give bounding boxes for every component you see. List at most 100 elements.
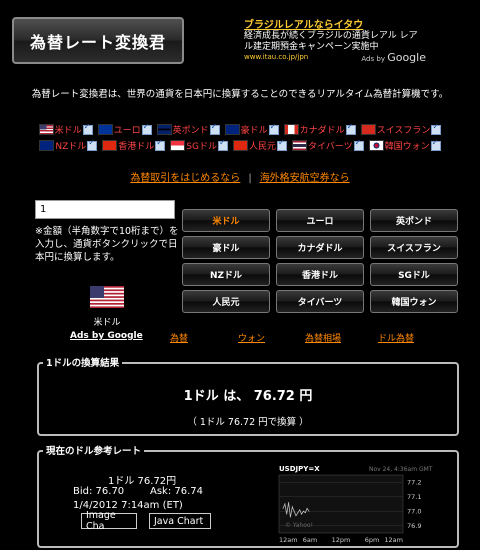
result-panel-title: 1ドルの換算結果 [43,355,123,369]
us-flag-icon [38,124,54,135]
link-label: ユーロ [113,126,141,136]
currency-link-krw[interactable]: 韓国ウォン [368,138,441,152]
ad-banner[interactable]: ブラジルレアルならイタウ 経済成長が続くブラジルの通貨レアル レア ル建定期預金… [244,16,426,64]
reference-rate-panel: 現在のドル参考レート 1ドル 76.72円 Bid: 76.70 Ask: 76… [37,443,459,548]
checkbox-icon [141,122,152,135]
link-label: 香港ドル [118,142,155,152]
checkbox-icon [345,122,356,135]
google-brand: Google [387,51,426,64]
ads-by-text: Ads by [361,55,385,63]
chart-x-tick-label: 6am [303,536,317,544]
chart-data-point [293,510,295,512]
currency-links-row-2: NZドル 香港ドル SGドル 人民元 タイバーツ 韓国ウォン [0,138,480,152]
ad-link-fx-market[interactable]: 為替相場 [305,331,341,344]
chart-data-point [286,513,288,515]
currency-link-cny[interactable]: 人民元 [232,138,287,152]
chart-y-tick-label: 76.9 [407,522,421,530]
chart-y-tick-label: 77.0 [407,507,421,515]
checkbox-icon [431,122,442,135]
chart-data-point [291,506,293,508]
chart-x-tick-label: 12am [279,536,298,544]
chart-date: Nov 24, 4:36am GMT [369,466,433,473]
checkbox-icon [353,138,364,151]
link-label: SGドル [186,142,217,152]
amount-input[interactable] [35,200,175,219]
ad-link-fx[interactable]: 為替 [170,331,188,344]
link-label: 豪ドル [240,126,268,136]
java-chart-button[interactable]: Java Chart [149,513,211,529]
link-label: タイバーツ [307,142,353,152]
krw-button[interactable]: 韓国ウォン [370,290,458,313]
checkbox-icon [217,138,228,151]
nzd-button[interactable]: NZドル [182,263,270,286]
currency-link-hkd[interactable]: 香港ドル [102,138,166,152]
link-separator: | [248,173,252,184]
ads-by-google-link[interactable]: Ads by Google [70,331,143,341]
java-chart-label: Java Chart [154,515,204,527]
currency-link-aud[interactable]: 豪ドル [224,122,279,136]
tagline: 為替レート変換君は、世界の通貨を日本円に換算することのできるリアルタイム為替計算… [31,89,449,100]
currency-link-sgd[interactable]: SGドル [170,138,228,152]
link-label: 韓国ウォン [384,142,430,152]
chart-data-point [303,510,304,512]
ad-link-dollar-fx[interactable]: ドル為替 [378,331,414,344]
currency-link-usd[interactable]: 米ドル [38,122,93,136]
aud-button[interactable]: 豪ドル [182,236,270,259]
thb-button[interactable]: タイバーツ [276,290,364,313]
link-label: カナダドル [299,126,345,136]
chart-data-point [297,512,299,514]
selected-currency-label: 米ドル [93,318,121,328]
app-title-button[interactable]: 為替レート変換君 [12,17,184,64]
chf-button[interactable]: スイスフラン [370,236,458,259]
result-main-text: 1ドル は、 76.72 円 [183,389,313,404]
conversion-result-panel: 1ドルの換算結果 1ドル は、 76.72 円 （ 1ドル 76.72 円で換算… [37,355,459,436]
currency-link-cad[interactable]: カナダドル [283,122,356,136]
eur-button[interactable]: ユーロ [276,209,364,232]
chart-data-point [284,503,286,505]
us-flag-icon [90,286,124,308]
gbp-button[interactable]: 英ポンド [370,209,458,232]
currency-link-thb[interactable]: タイバーツ [291,138,364,152]
th-flag-icon [291,140,307,151]
usdjpy-chart[interactable]: USDJPY=X Nov 24, 4:36am GMT 77.2 77.1 77.0… [277,462,451,547]
currency-link-chf[interactable]: スイスフラン [360,122,442,136]
sgd-button[interactable]: SGドル [370,263,458,286]
checkbox-icon [87,138,98,151]
kr-flag-icon [368,140,384,151]
yahoo-watermark: © Yahoo! [285,522,313,529]
ad-link-won[interactable]: ウォン [238,331,265,344]
link-label: 人民元 [248,142,276,152]
currency-link-gbp[interactable]: 英ポンド [156,122,220,136]
cny-button[interactable]: 人民元 [182,290,270,313]
link-label: NZドル [55,142,87,152]
chart-data-point [304,512,306,514]
fx-start-link[interactable]: 為替取引をはじめるなら [130,173,240,184]
bottom-ad-links: Ads by Google 為替 ウォン 為替相場 ドル為替 [0,331,480,345]
chart-data-point [290,516,291,518]
link-label: 米ドル [54,126,82,136]
hkd-button[interactable]: 香港ドル [276,263,364,286]
checkbox-icon [82,122,93,135]
ad-text-line-1: 経済成長が続くブラジルの通貨レアル レア [244,31,418,41]
cheap-flights-link[interactable]: 海外格安航空券なら [260,173,350,184]
usd-button[interactable]: 米ドル [182,209,270,232]
image-chart-label: Image Cha [86,510,116,532]
currency-link-nzd[interactable]: NZドル [39,138,98,152]
chart-x-tick-label: 6pm [365,536,380,544]
instruction-text: ※金額（半角数字で10桁まで）を入力し、通貨ボタンクリックで日本円に換算します。 [35,226,179,263]
nz-flag-icon [39,140,55,151]
chart-data-point [288,502,289,503]
ask-text: Ask: 76.74 [150,486,204,497]
promo-links-row: 為替取引をはじめるなら | 海外格安航空券なら [0,169,480,184]
cad-button[interactable]: カナダドル [276,236,364,259]
chart-data-point [282,507,284,509]
chart-x-tick-label: 12am [384,536,403,544]
chart-title: USDJPY=X [279,465,320,473]
ads-by-google-label[interactable]: Ads by Google [361,51,426,64]
checkbox-icon [209,122,220,135]
chart-x-ticks: 12am 6am 12pm 6pm 12am [279,536,403,544]
ad-title-link[interactable]: ブラジルレアルならイタウ [244,16,426,31]
currency-link-eur[interactable]: ユーロ [97,122,152,136]
image-chart-button[interactable]: Image Cha [81,510,137,532]
ch-flag-icon [360,124,376,135]
